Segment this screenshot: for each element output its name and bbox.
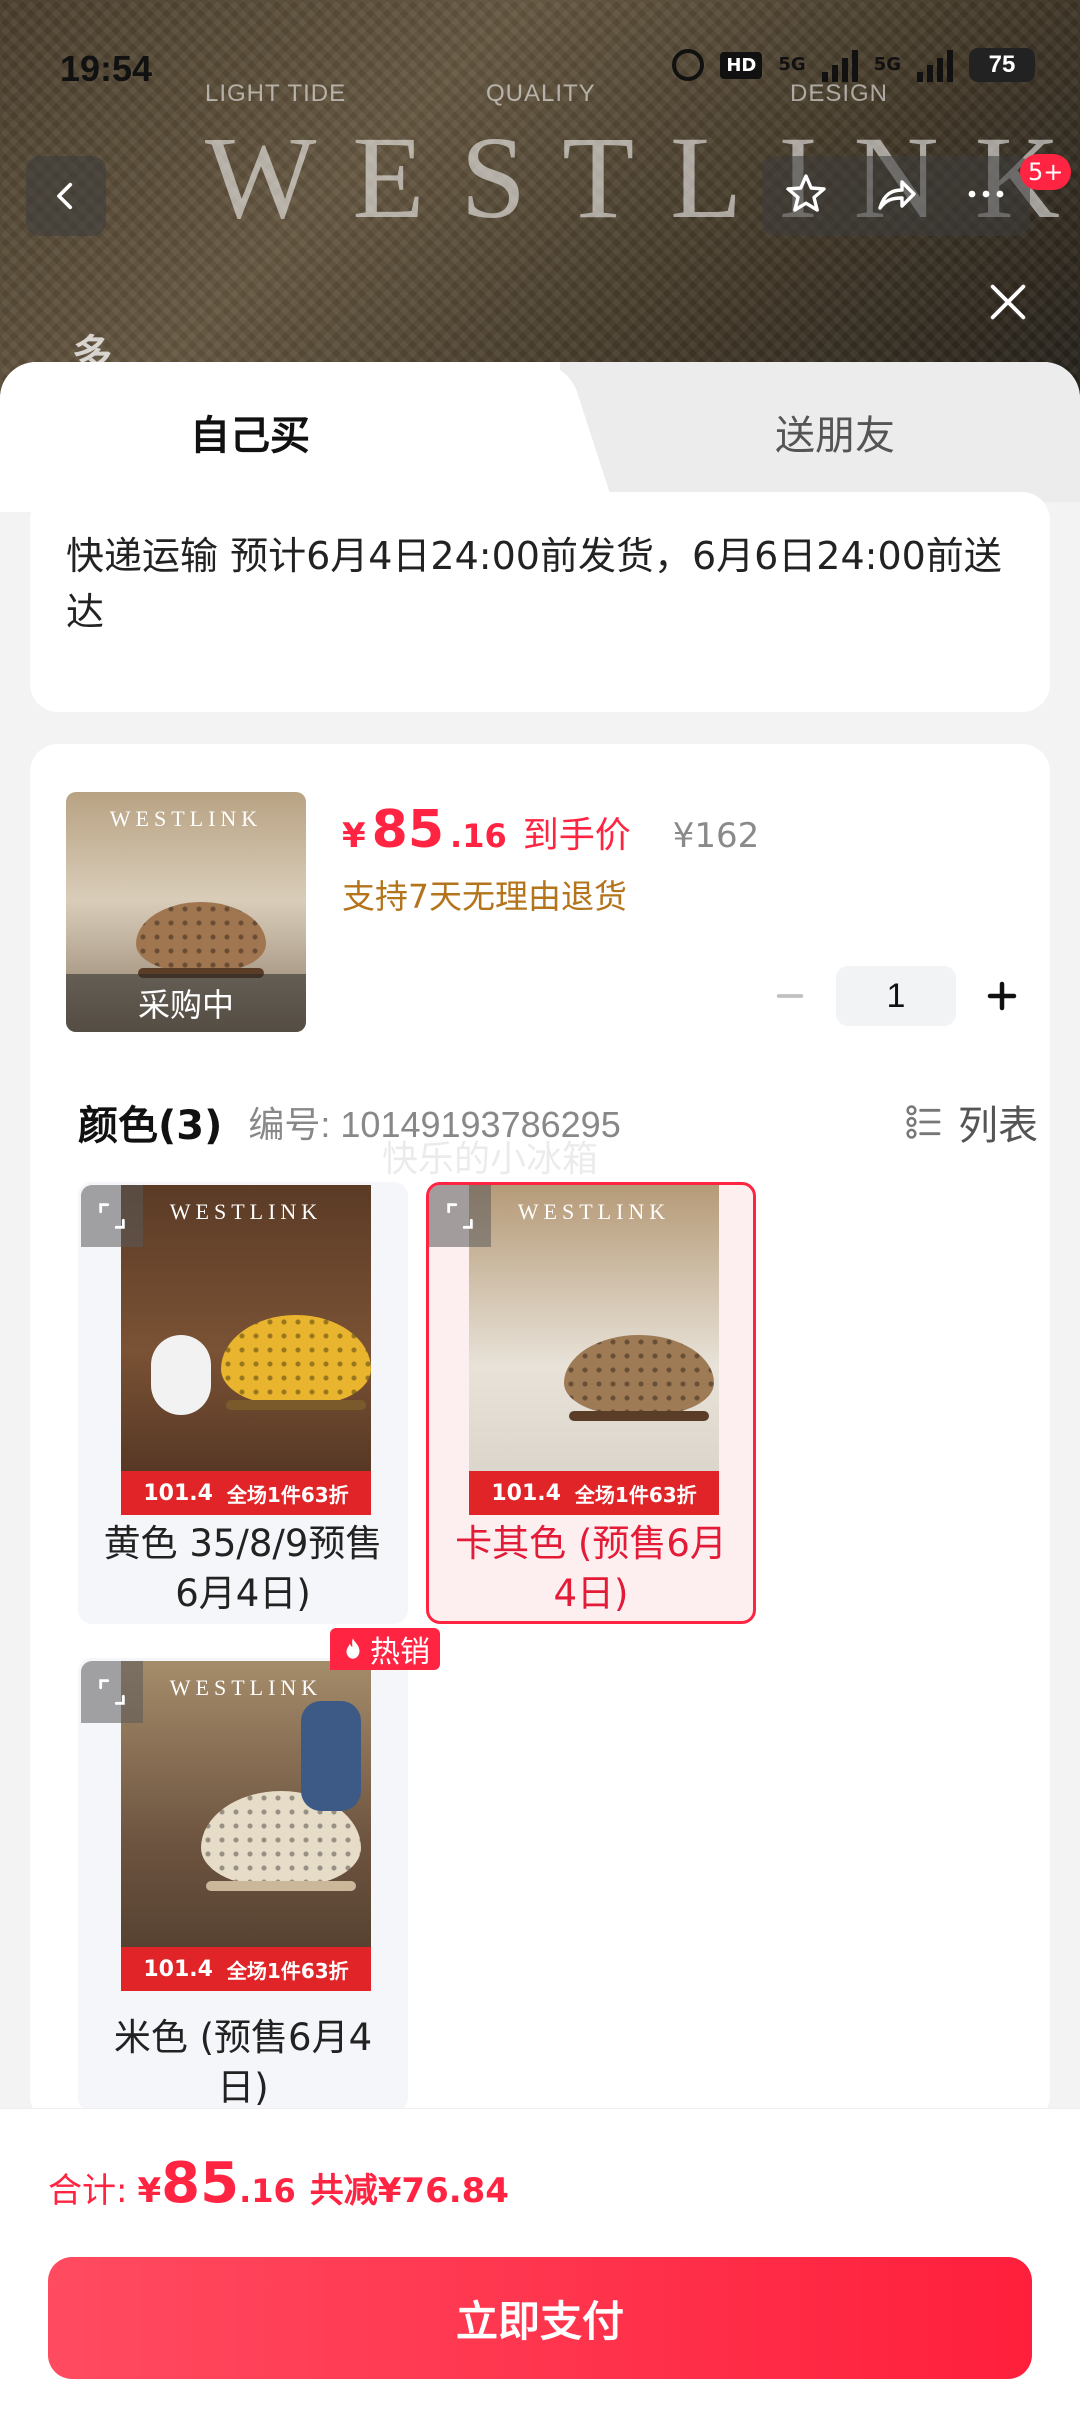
price-label: 到手价	[522, 815, 631, 856]
checkout-bar: 合计: ¥ 85 .16 共减¥76.84 立即支付	[0, 2108, 1080, 2412]
promo-price: 101.4	[143, 1480, 213, 1506]
signal-icon-2	[917, 48, 953, 82]
quantity-stepper: 1	[770, 966, 1022, 1026]
brand-tagline-center: QUALITY	[486, 80, 596, 107]
star-icon	[786, 174, 827, 212]
color-option-image: WESTLINK 101.4 全场1件63折	[81, 1185, 405, 1515]
close-icon	[990, 284, 1026, 320]
color-option-label: 米色 (预售6月4日)	[113, 2016, 373, 2109]
hd-icon: HD	[720, 51, 763, 79]
promo-price: 101.4	[143, 1956, 213, 1982]
total-decimal: .16	[239, 2172, 296, 2210]
brand-tagline-right: DESIGN	[790, 80, 889, 107]
original-price: ¥162	[672, 816, 760, 856]
promo-strip: 101.4 全场1件63折	[121, 1471, 371, 1515]
promo-text: 全场1件63折	[574, 1482, 697, 1507]
more-button[interactable]	[962, 170, 1010, 222]
signal-icon-1	[821, 48, 858, 82]
tab-self-buy-label: 自己买	[190, 413, 310, 459]
decrease-button[interactable]	[770, 976, 810, 1016]
image-logo: WESTLINK	[169, 1675, 323, 1700]
status-time: 19:54	[60, 48, 153, 89]
price-symbol: ¥	[342, 816, 366, 856]
back-button[interactable]	[26, 156, 106, 236]
close-button[interactable]	[978, 272, 1038, 332]
increase-button[interactable]	[982, 976, 1022, 1016]
purchase-sheet: 送朋友 自己买 快递运输 预计6月4日24:00前发货，6月6日24:00前送达…	[0, 362, 1080, 2412]
thumbnail-status: 采购中	[66, 974, 306, 1032]
price-decimal: .16	[450, 817, 507, 855]
return-policy: 支持7天无理由退货	[342, 877, 627, 916]
expand-image-button[interactable]	[81, 1185, 143, 1247]
price-row: ¥ 85 .16 到手价 ¥162	[342, 800, 759, 860]
promo-text: 全场1件63折	[226, 1482, 349, 1507]
total-label: 合计:	[48, 2171, 128, 2211]
product-card: WESTLINK 采购中 ¥ 85 .16 到手价 ¥162 支持7天无理由退货…	[30, 744, 1050, 2124]
delivery-card: 快递运输 预计6月4日24:00前发货，6月6日24:00前送达	[30, 492, 1050, 712]
brand-tagline-left: LIGHT TIDE	[205, 80, 347, 107]
hot-sale-label: 热销	[370, 1635, 430, 1670]
network-type-2: 5G	[873, 54, 901, 75]
list-icon	[906, 1105, 941, 1139]
tab-gift[interactable]: 送朋友	[560, 362, 1080, 502]
expand-icon	[99, 1203, 125, 1229]
delivery-text: 快递运输 预计6月4日24:00前发货，6月6日24:00前送达	[66, 534, 1002, 634]
expand-icon	[99, 1679, 125, 1705]
network-type-1: 5G	[778, 54, 806, 75]
list-view-label: 列表	[958, 1103, 1038, 1149]
purchase-tabs: 送朋友 自己买	[0, 362, 1080, 512]
promo-strip: 101.4 全场1件63折	[121, 1947, 371, 1991]
image-logo: WESTLINK	[517, 1199, 671, 1224]
chevron-left-icon	[57, 182, 73, 210]
color-option-label: 卡其色 (预售6月4日)	[455, 1522, 727, 1615]
battery-icon: 75	[969, 48, 1035, 82]
list-view-toggle[interactable]: 列表	[904, 1092, 1038, 1152]
more-icon	[968, 190, 1004, 198]
color-section-title: 颜色(3)	[78, 1103, 223, 1149]
color-option-image: WESTLINK 101.4 全场1件63折	[429, 1185, 753, 1515]
minus-icon	[776, 994, 804, 998]
color-option-image: WESTLINK 101.4 全场1件63折	[81, 1661, 405, 1991]
top-action-group	[762, 156, 1030, 236]
expand-icon	[447, 1203, 473, 1229]
share-icon	[878, 180, 916, 210]
pay-now-button[interactable]: 立即支付	[48, 2257, 1032, 2379]
plus-icon	[987, 981, 1017, 1011]
alarm-icon	[672, 49, 705, 81]
quantity-input[interactable]: 1	[836, 966, 956, 1026]
total-row: 合计: ¥ 85 .16 共减¥76.84	[48, 2151, 509, 2216]
product-thumbnail[interactable]: WESTLINK 采购中	[66, 792, 306, 1032]
watermark: 快乐的小冰箱	[382, 1139, 599, 1180]
expand-image-button[interactable]	[429, 1185, 491, 1247]
favorite-button[interactable]	[782, 170, 830, 222]
status-icons: HD 5G 5G 75	[672, 48, 1035, 82]
flame-icon	[346, 1638, 360, 1659]
share-button[interactable]	[871, 170, 921, 222]
color-option-beige[interactable]: WESTLINK 101.4 全场1件63折 米色 (预售6月4日)	[78, 1658, 408, 2112]
image-logo: WESTLINK	[109, 806, 263, 831]
total-symbol: ¥	[137, 2171, 162, 2211]
color-option-yellow[interactable]: WESTLINK 101.4 全场1件63折 黄色 35/8/9预售6月4日)	[78, 1182, 408, 1624]
promo-price: 101.4	[491, 1480, 561, 1506]
promo-strip: 101.4 全场1件63折	[469, 1471, 719, 1515]
hot-sale-badge: 热销	[330, 1628, 440, 1670]
promo-text: 全场1件63折	[226, 1958, 349, 1983]
image-logo: WESTLINK	[169, 1199, 323, 1224]
tab-self-buy[interactable]: 自己买	[0, 362, 560, 502]
price-main: 85	[371, 800, 445, 860]
total-amount: 85	[161, 2151, 240, 2216]
notification-badge: 5+	[1020, 154, 1072, 190]
color-option-label: 黄色 35/8/9预售6月4日)	[103, 1522, 383, 1615]
total-discount: 共减¥76.84	[309, 2171, 509, 2211]
expand-image-button[interactable]	[81, 1661, 143, 1723]
color-option-khaki[interactable]: WESTLINK 101.4 全场1件63折 卡其色 (预售6月4日)	[426, 1182, 756, 1624]
